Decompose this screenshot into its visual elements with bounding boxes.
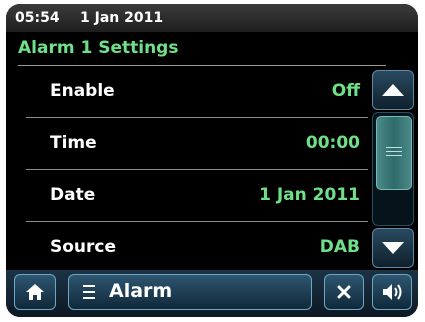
setting-row-source[interactable]: Source DAB (18, 222, 372, 270)
setting-row-date[interactable]: Date 1 Jan 2011 (18, 170, 372, 222)
home-icon (15, 275, 55, 309)
setting-value: 1 Jan 2011 (259, 185, 360, 205)
grip-line (386, 155, 402, 156)
footer-bar: Alarm (6, 270, 418, 317)
setting-label: Time (50, 133, 97, 153)
close-icon (325, 275, 363, 309)
triangle-down-icon (382, 242, 404, 254)
triangle-up-icon (382, 84, 404, 96)
speaker-icon (373, 275, 411, 309)
grip-line (386, 147, 402, 148)
menu-lines-icon (83, 284, 95, 300)
alarm-menu-button[interactable]: Alarm (68, 274, 312, 310)
status-time: 05:54 (15, 10, 60, 26)
status-bar: 05:54 1 Jan 2011 (6, 4, 418, 32)
setting-label: Source (50, 237, 117, 257)
settings-list: Enable Off Time 00:00 Date 1 Jan 2011 So… (18, 66, 372, 270)
scroll-track[interactable] (372, 112, 414, 226)
setting-value: DAB (319, 237, 360, 257)
grip-line (386, 151, 402, 152)
scrollbar[interactable] (370, 70, 416, 268)
page-title: Alarm 1 Settings (18, 38, 179, 58)
setting-row-enable[interactable]: Enable Off (18, 66, 372, 118)
setting-value: 00:00 (305, 133, 360, 153)
close-button[interactable] (324, 274, 364, 310)
setting-row-time[interactable]: Time 00:00 (18, 118, 372, 170)
setting-label: Date (50, 185, 96, 205)
scroll-thumb[interactable] (376, 116, 412, 190)
status-date: 1 Jan 2011 (80, 10, 164, 26)
scroll-down-button[interactable] (372, 228, 414, 268)
setting-value: Off (331, 81, 360, 101)
home-button[interactable] (14, 274, 56, 310)
scroll-up-button[interactable] (372, 70, 414, 110)
setting-label: Enable (50, 81, 115, 101)
volume-button[interactable] (372, 274, 412, 310)
menu-label: Alarm (109, 280, 173, 302)
device-screen: 05:54 1 Jan 2011 Alarm 1 Settings Enable… (6, 4, 418, 317)
